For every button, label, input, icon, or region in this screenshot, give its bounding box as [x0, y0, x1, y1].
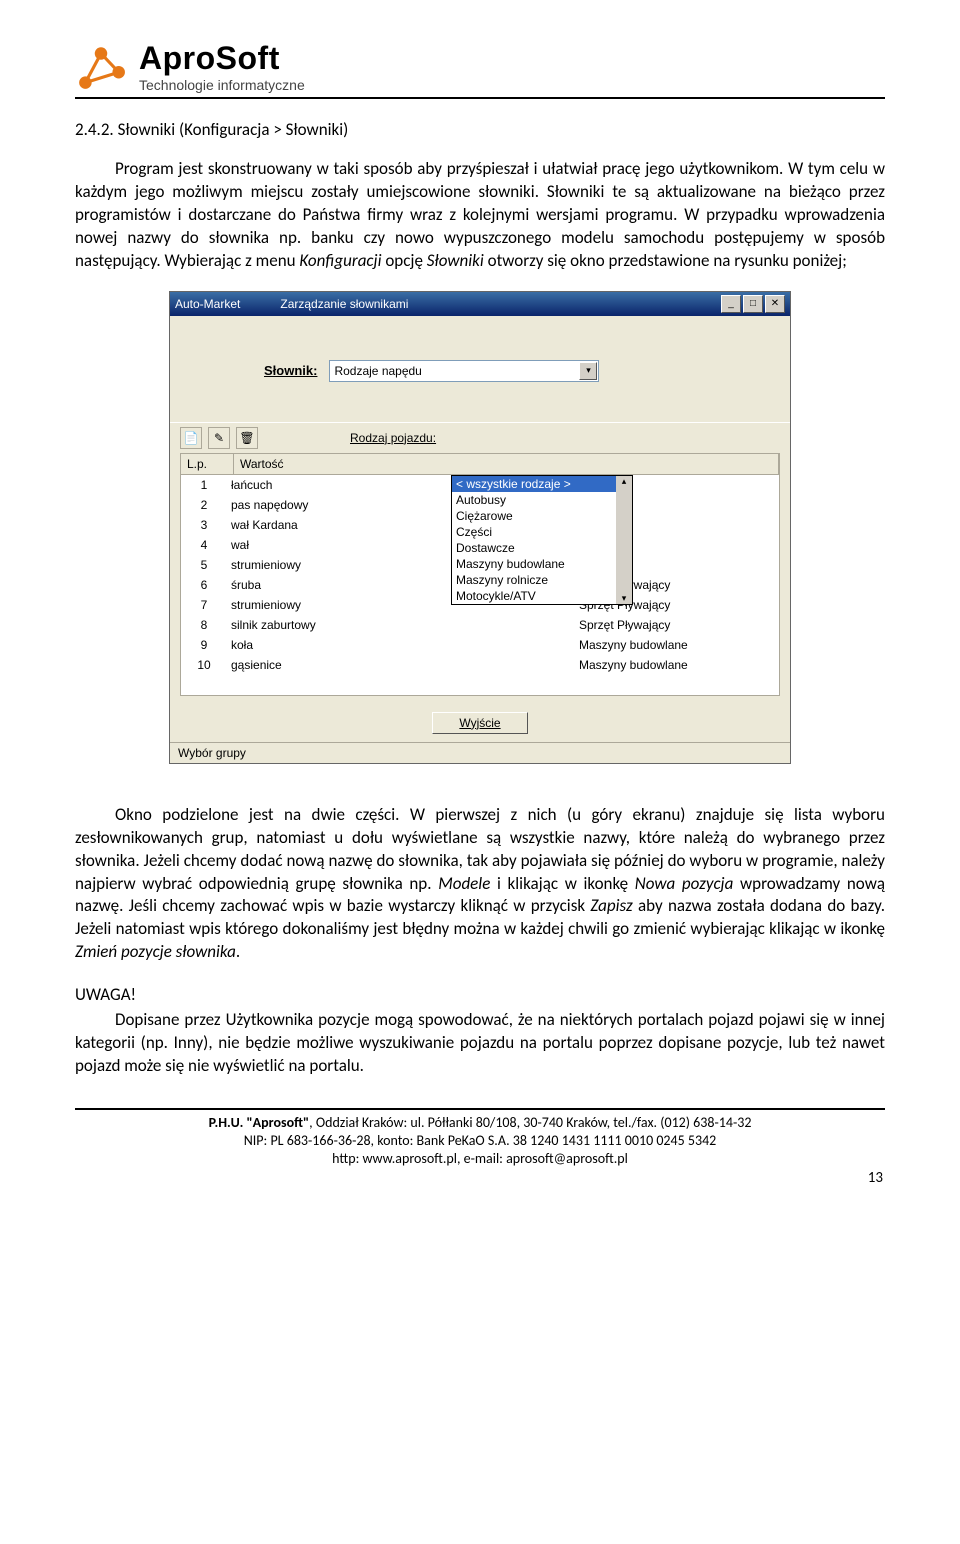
app-window: Auto-Market Zarządzanie słownikami _ □ ✕…	[169, 291, 791, 764]
dropdown-option[interactable]: Motocykle/ATV	[452, 588, 632, 604]
aprosoft-logo-icon	[75, 41, 127, 93]
new-item-icon[interactable]: 📄	[180, 427, 202, 449]
toolbar: 📄 ✎ 🗑 Rodzaj pojazdu:	[170, 422, 790, 453]
slownik-combo[interactable]: Rodzaje napędu ▾	[329, 360, 599, 382]
close-button[interactable]: ✕	[765, 295, 785, 313]
footer-company: P.H.U. "Aprosoft"	[209, 1114, 310, 1131]
dropdown-scrollbar[interactable]: ▴▾	[616, 476, 632, 604]
ital-modele: Modele	[438, 873, 490, 894]
dropdown-option[interactable]: Ciężarowe	[452, 508, 632, 524]
rodzaj-dropdown[interactable]: < wszystkie rodzaje > Autobusy Ciężarowe…	[451, 475, 633, 605]
ital-nowa-pozycja: Nowa pozycja	[635, 873, 734, 894]
slownik-value: Rodzaje napędu	[334, 364, 421, 378]
col-lp: L.p.	[181, 454, 234, 474]
status-bar: Wybór grupy	[170, 742, 790, 763]
paragraph-1: Program jest skonstruowany w taki sposób…	[75, 158, 885, 273]
dropdown-option[interactable]: Części	[452, 524, 632, 540]
grid-body: 1łańcuch 2pas napędowy 3wał Kardana 4wał…	[180, 475, 780, 696]
edit-item-icon[interactable]: ✎	[208, 427, 230, 449]
paragraph-3: Dopisane przez Użytkownika pozycje mogą …	[75, 1009, 885, 1078]
rodzaj-label: Rodzaj pojazdu:	[350, 431, 436, 445]
logo-subtitle: Technologie informatyczne	[139, 77, 305, 93]
dropdown-option[interactable]: Maszyny rolnicze	[452, 572, 632, 588]
delete-item-icon[interactable]: 🗑	[236, 427, 258, 449]
p1-end: otworzy się okno przedstawione na rysunk…	[484, 250, 847, 271]
p1-mid: opcję	[381, 250, 426, 271]
p1-italic-konfiguracji: Konfiguracji	[299, 250, 381, 271]
dropdown-option[interactable]: Dostawcze	[452, 540, 632, 556]
table-row[interactable]: 9kołaMaszyny budowlane	[181, 635, 779, 655]
ital-zapisz: Zapisz	[590, 895, 632, 916]
col-wartosc: Wartość	[234, 454, 779, 474]
p1-italic-slowniki: Słowniki	[427, 250, 484, 271]
table-row[interactable]: 10gąsieniceMaszyny budowlane	[181, 655, 779, 675]
header-divider	[75, 97, 885, 99]
window-title-right: Zarządzanie słownikami	[280, 297, 408, 311]
dropdown-option[interactable]: < wszystkie rodzaje >	[452, 476, 632, 492]
exit-button[interactable]: Wyjście	[432, 712, 527, 734]
minimize-button[interactable]: _	[721, 295, 741, 313]
ital-zmien: Zmień pozycje słownika	[75, 941, 236, 962]
table-row[interactable]: 8silnik zaburtowySprzęt Pływający	[181, 615, 779, 635]
maximize-button[interactable]: □	[743, 295, 763, 313]
warning-label: UWAGA!	[75, 984, 885, 1005]
paragraph-2: Okno podzielone jest na dwie części. W p…	[75, 804, 885, 965]
grid-header: L.p. Wartość	[180, 453, 780, 475]
brand-header: AproSoft Technologie informatyczne	[75, 40, 885, 93]
section-heading: 2.4.2. Słowniki (Konfiguracja > Słowniki…	[75, 119, 885, 140]
chevron-down-icon[interactable]: ▾	[579, 362, 597, 380]
logo-title: AproSoft	[139, 40, 305, 77]
footer: P.H.U. "Aprosoft", Oddział Kraków: ul. P…	[75, 1114, 885, 1169]
footer-line3: http: www.aprosoft.pl, e-mail: aprosoft@…	[75, 1150, 885, 1168]
footer-divider	[75, 1108, 885, 1110]
page-number: 13	[75, 1169, 885, 1187]
footer-line2: NIP: PL 683-166-36-28, konto: Bank PeKaO…	[75, 1132, 885, 1150]
titlebar: Auto-Market Zarządzanie słownikami _ □ ✕	[170, 292, 790, 316]
slownik-label: Słownik:	[264, 363, 317, 378]
dropdown-option[interactable]: Maszyny budowlane	[452, 556, 632, 572]
dropdown-option[interactable]: Autobusy	[452, 492, 632, 508]
window-title-left: Auto-Market	[175, 297, 240, 311]
